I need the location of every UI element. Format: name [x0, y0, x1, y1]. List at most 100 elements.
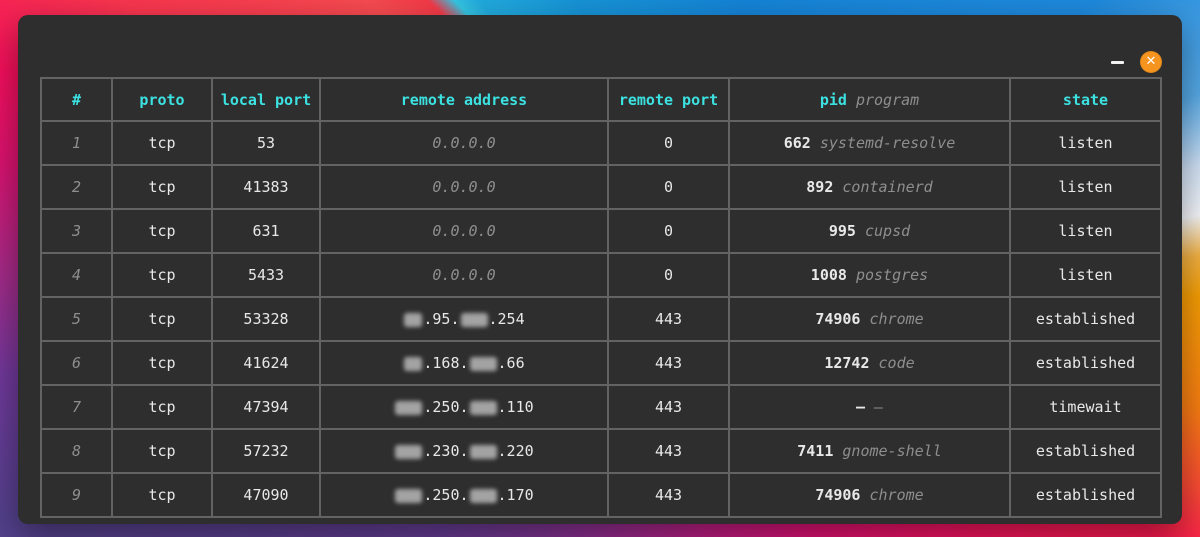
cell-remote-address: 0.0.0.0: [319, 120, 609, 166]
cell-state: established: [1009, 340, 1162, 386]
cell-local-port: 53328: [211, 296, 321, 342]
cell-proto: tcp: [111, 208, 213, 254]
cell-local-port: 47090: [211, 472, 321, 518]
cell-local-port: 41624: [211, 340, 321, 386]
cell-proto: tcp: [111, 252, 213, 298]
column-header-remote_address: remote address: [319, 77, 609, 122]
redacted-octet: [404, 312, 423, 327]
address-text: .170: [497, 486, 534, 504]
cell-remote-port: 443: [607, 384, 730, 430]
cell-remote-port: 443: [607, 428, 730, 474]
column-header-remote_port: remote port: [607, 77, 730, 122]
address-text: .66: [497, 354, 525, 372]
cell-remote-port: 0: [607, 252, 730, 298]
cell-pid-program: 1008 postgres: [728, 252, 1011, 298]
cell-remote-address: .95. .254: [319, 296, 609, 342]
cell-remote-address: 0.0.0.0: [319, 252, 609, 298]
cell-num: 2: [40, 164, 113, 210]
table-row: 1 tcp 53 0.0.0.0 0 662 systemd-resolve listen: [40, 120, 1162, 166]
cell-pid-program: 662 systemd-resolve: [728, 120, 1011, 166]
table-row: 4 tcp 5433 0.0.0.0 0 1008 postgres listen: [40, 252, 1162, 298]
address-text: .168.: [423, 354, 469, 372]
cell-num: 6: [40, 340, 113, 386]
address-text: .230.: [423, 442, 469, 460]
redacted-octet: [469, 400, 497, 415]
cell-pid-program: 892 containerd: [728, 164, 1011, 210]
cell-proto: tcp: [111, 384, 213, 430]
redacted-octet: [469, 356, 497, 371]
cell-remote-address: 0.0.0.0: [319, 164, 609, 210]
address-text: .220: [497, 442, 534, 460]
cell-state: timewait: [1009, 384, 1162, 430]
column-header-local_port: local port: [211, 77, 321, 122]
address-text: .250.: [423, 398, 469, 416]
table-row: 6 tcp 41624 .168. .66 443 12742 code establishe…: [40, 340, 1162, 386]
table-row: 7 tcp 47394 .250. .110 443– – timewait: [40, 384, 1162, 430]
redacted-octet: [395, 444, 423, 459]
cell-state: established: [1009, 296, 1162, 342]
cell-remote-port: 443: [607, 472, 730, 518]
cell-remote-address: 0.0.0.0: [319, 208, 609, 254]
cell-num: 3: [40, 208, 113, 254]
address-text: .250.: [423, 486, 469, 504]
cell-local-port: 631: [211, 208, 321, 254]
cell-state: listen: [1009, 208, 1162, 254]
table-header-row: # proto local port remote address remote por…: [40, 77, 1162, 122]
cell-pid-program: 12742 code: [728, 340, 1011, 386]
close-button[interactable]: ✕: [1140, 51, 1162, 73]
cell-proto: tcp: [111, 472, 213, 518]
cell-state: listen: [1009, 252, 1162, 298]
table-row: 5 tcp 53328 .95. .254 443 74906 chrome establis…: [40, 296, 1162, 342]
cell-proto: tcp: [111, 428, 213, 474]
cell-state: established: [1009, 472, 1162, 518]
window-titlebar[interactable]: ✕: [18, 15, 1182, 77]
cell-num: 4: [40, 252, 113, 298]
minimize-button[interactable]: [1111, 61, 1124, 64]
cell-remote-port: 0: [607, 120, 730, 166]
cell-state: listen: [1009, 120, 1162, 166]
cell-remote-address: .230. .220: [319, 428, 609, 474]
cell-remote-port: 0: [607, 208, 730, 254]
cell-num: 1: [40, 120, 113, 166]
desktop-wallpaper: { "colors": { "window_bg": "#2e2e2e", "g…: [0, 0, 1200, 537]
cell-pid-program: 74906 chrome: [728, 296, 1011, 342]
cell-pid-program: – –: [728, 384, 1011, 430]
cell-remote-port: 0: [607, 164, 730, 210]
cell-proto: tcp: [111, 340, 213, 386]
column-header-num: #: [40, 77, 113, 122]
cell-local-port: 57232: [211, 428, 321, 474]
cell-remote-port: 443: [607, 340, 730, 386]
cell-num: 8: [40, 428, 113, 474]
cell-remote-port: 443: [607, 296, 730, 342]
redacted-octet: [469, 444, 497, 459]
cell-pid-program: 7411 gnome-shell: [728, 428, 1011, 474]
terminal-window: ✕ # proto local port remote address remote p…: [18, 15, 1182, 524]
cell-local-port: 53: [211, 120, 321, 166]
table-row: 3 tcp 631 0.0.0.0 0 995 cupsd listen: [40, 208, 1162, 254]
address-text: .95.: [423, 310, 460, 328]
cell-remote-address: .168. .66: [319, 340, 609, 386]
redacted-octet: [460, 312, 488, 327]
table-row: 8 tcp 57232 .230. .220 443 7411 gnome-shell est…: [40, 428, 1162, 474]
cell-num: 7: [40, 384, 113, 430]
cell-proto: tcp: [111, 164, 213, 210]
cell-proto: tcp: [111, 296, 213, 342]
table-row: 2 tcp 41383 0.0.0.0 0 892 containerd listen: [40, 164, 1162, 210]
cell-state: established: [1009, 428, 1162, 474]
cell-remote-address: .250. .110: [319, 384, 609, 430]
redacted-octet: [395, 400, 423, 415]
cell-pid-program: 74906 chrome: [728, 472, 1011, 518]
table-row: 9 tcp 47090 .250. .170 443 74906 chrome establi…: [40, 472, 1162, 518]
redacted-octet: [404, 356, 423, 371]
cell-local-port: 41383: [211, 164, 321, 210]
cell-local-port: 5433: [211, 252, 321, 298]
column-header-state: state: [1009, 77, 1162, 122]
redacted-octet: [469, 488, 497, 503]
column-header-pid: pid program: [728, 77, 1011, 122]
cell-local-port: 47394: [211, 384, 321, 430]
cell-pid-program: 995 cupsd: [728, 208, 1011, 254]
cell-remote-address: .250. .170: [319, 472, 609, 518]
cell-proto: tcp: [111, 120, 213, 166]
connections-table: # proto local port remote address remote por…: [40, 77, 1162, 518]
cell-state: listen: [1009, 164, 1162, 210]
